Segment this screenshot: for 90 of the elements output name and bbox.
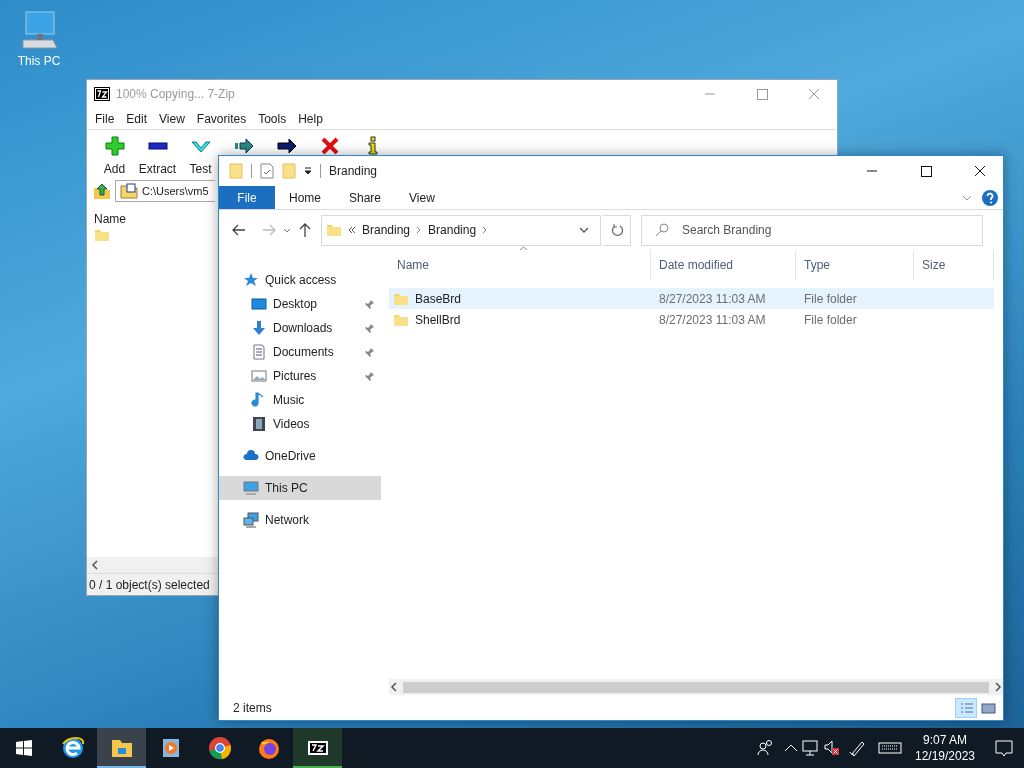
breadcrumb-item: Branding — [428, 222, 477, 239]
window-title: 100% Copying... 7-Zip — [116, 86, 235, 103]
7z-logo-icon — [94, 87, 110, 101]
file-row[interactable]: BaseBrd 8/27/2023 11:03 AM File folder — [389, 288, 994, 309]
up-folder-icon[interactable] — [93, 182, 111, 200]
chrome-icon — [207, 736, 232, 760]
desktop-icon-label: This PC — [17, 53, 61, 70]
toolbar-button[interactable]: Test — [179, 136, 222, 178]
file-name: BaseBrd — [415, 290, 462, 308]
breadcrumb-item: Branding — [362, 222, 411, 239]
column-header[interactable]: Size — [914, 250, 994, 280]
refresh-icon — [610, 223, 623, 237]
scroll-left-icon[interactable] — [389, 682, 399, 692]
type-cell-text: File folder — [803, 290, 858, 308]
toolbar-button[interactable]: Add — [93, 136, 136, 178]
computer-icon — [243, 480, 259, 496]
nav-item[interactable]: Quick access — [219, 268, 381, 292]
status-text: 0 / 1 object(s) selected — [89, 576, 210, 594]
toolbar-button[interactable]: Extract — [136, 136, 179, 178]
folder-icon — [393, 291, 409, 306]
dropdown-icon[interactable] — [304, 166, 312, 176]
date-cell-text: 8/27/2023 11:03 AM — [658, 311, 767, 329]
chevron-right-icon — [416, 225, 423, 235]
folder-icon — [326, 223, 342, 237]
chevron-right-icon — [482, 225, 489, 235]
desktop-icon — [251, 296, 267, 312]
window-title: Branding — [329, 163, 378, 180]
horizontal-scrollbar[interactable] — [87, 557, 218, 573]
nav-item[interactable]: Network — [219, 508, 381, 532]
column-header: Name — [94, 211, 127, 228]
ribbon-tab[interactable]: File — [219, 186, 275, 209]
plus-icon — [104, 136, 125, 156]
ribbon-tab[interactable]: Share — [335, 186, 396, 209]
browser-e-icon — [60, 736, 85, 760]
menu-item[interactable]: Tools — [252, 109, 293, 128]
taskbar-app[interactable] — [97, 728, 146, 768]
menu-item[interactable]: File — [89, 109, 121, 128]
refresh-button[interactable] — [603, 214, 631, 246]
address-field[interactable]: C:\Users\vm5 — [115, 180, 215, 202]
document-icon — [251, 344, 267, 360]
file-row[interactable]: ShellBrd 8/27/2023 11:03 AM File folder — [389, 309, 994, 330]
horizontal-scrollbar[interactable] — [389, 679, 1003, 695]
nav-item[interactable]: OneDrive — [219, 444, 381, 468]
address-bar[interactable]: Branding Branding — [321, 214, 601, 246]
nav-item[interactable]: Pictures — [219, 364, 381, 388]
menu-item[interactable]: Favorites — [190, 109, 253, 128]
image-icon — [251, 368, 267, 384]
scroll-left-icon[interactable] — [91, 560, 99, 570]
nav-item[interactable]: This PC — [219, 476, 381, 500]
film-icon — [251, 416, 267, 432]
scroll-right-icon[interactable] — [993, 682, 1003, 692]
star-icon — [243, 272, 259, 288]
search-icon — [655, 222, 669, 237]
nav-item[interactable]: Music — [219, 388, 381, 412]
menu-item[interactable]: Edit — [120, 109, 154, 128]
folder-icon — [94, 228, 110, 242]
ribbon-tab[interactable]: View — [395, 186, 449, 209]
folder-icon — [393, 312, 409, 327]
clock[interactable]: 9:07 AM 12/19/2023 — [906, 728, 984, 768]
search-field[interactable]: Search Branding — [641, 214, 983, 246]
nav-item[interactable]: Desktop — [219, 292, 381, 316]
nav-item[interactable]: Documents — [219, 340, 381, 364]
nav-item[interactable]: Videos — [219, 412, 381, 436]
dropdown-icon — [578, 225, 590, 235]
nav-item[interactable]: Downloads — [219, 316, 381, 340]
menu-item[interactable]: Help — [292, 109, 329, 128]
thumbnail-view-icon — [978, 700, 998, 716]
file-name: ShellBrd — [415, 311, 461, 329]
column-header[interactable]: Type — [796, 250, 914, 280]
folder-icon — [120, 183, 138, 199]
date-cell-text: 8/27/2023 11:03 AM — [658, 290, 767, 308]
menu-item[interactable]: View — [153, 109, 191, 128]
computer-icon — [21, 10, 57, 50]
windows-logo-icon — [16, 740, 32, 756]
arrow-right-icon — [233, 136, 254, 156]
chevrons-icon — [348, 225, 356, 235]
download-icon — [251, 320, 267, 336]
firefox-icon — [256, 736, 281, 760]
properties-icon[interactable] — [260, 163, 274, 179]
taskbar-app[interactable] — [293, 728, 342, 768]
status-text: 2 items — [233, 700, 272, 717]
ribbon-tab[interactable]: Home — [275, 186, 335, 209]
delete-icon — [319, 136, 340, 156]
network-icon — [243, 512, 259, 528]
notification-icon — [994, 738, 1014, 758]
type-cell-text: File folder — [803, 311, 858, 329]
column-header[interactable]: Name — [389, 250, 651, 280]
chevron-up-icon — [784, 744, 798, 752]
arrow-right-icon — [276, 136, 297, 156]
column-header[interactable]: Date modified — [651, 250, 796, 280]
